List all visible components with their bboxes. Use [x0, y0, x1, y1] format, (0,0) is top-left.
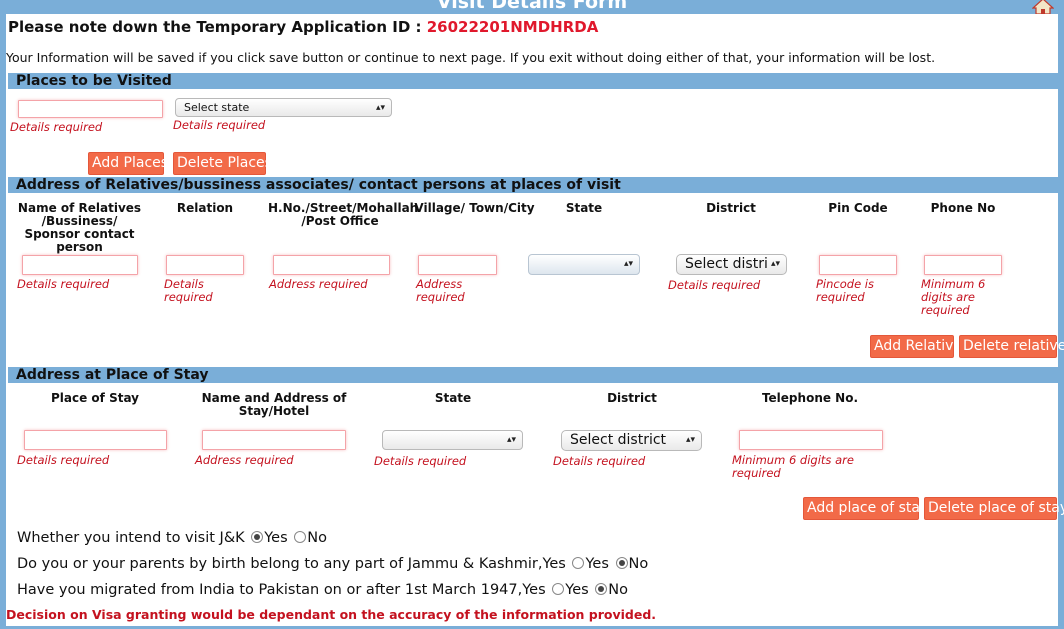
- col-header-phone: Phone No: [930, 201, 996, 215]
- add-relative-button[interactable]: Add Relative: [870, 335, 962, 358]
- application-id: Please note down the Temporary Applicati…: [8, 18, 598, 36]
- add-places-button[interactable]: Add Places: [88, 152, 168, 175]
- relative-hno-error: Address required: [269, 277, 368, 291]
- title-bar: Visit Details Form: [0, 0, 1064, 14]
- select-arrows-icon: ▴▾: [506, 435, 516, 445]
- radio-belong-jk-yes[interactable]: [572, 557, 585, 569]
- stay-place-input[interactable]: [24, 430, 167, 450]
- relative-phone-input[interactable]: [924, 255, 1002, 275]
- delete-place-of-stay-button[interactable]: Delete place of stay: [924, 497, 1064, 520]
- radio-visit-jk-yes[interactable]: [251, 531, 264, 543]
- relative-pin-input[interactable]: [819, 255, 897, 275]
- relative-village-error: Address required: [416, 277, 465, 304]
- place-error: Details required: [10, 120, 103, 134]
- application-id-label: Please note down the Temporary Applicati…: [8, 18, 427, 36]
- decision-notice: Decision on Visa granting would be depen…: [6, 607, 657, 622]
- section-place-of-stay: Address at Place of Stay: [8, 367, 1058, 383]
- radio-visit-jk-no-label: No: [307, 530, 327, 546]
- select-arrows-icon: ▴▾: [685, 435, 695, 445]
- relative-name-error: Details required: [17, 277, 110, 291]
- place-input[interactable]: [18, 100, 163, 118]
- question-migrated-text: Have you migrated from India to Pakistan…: [17, 582, 546, 598]
- stay-phone-error: Minimum 6 digits are required: [732, 453, 854, 480]
- question-visit-jk-text: Whether you intend to visit J&K: [17, 530, 245, 546]
- stay-state-select[interactable]: ▴▾: [382, 430, 523, 450]
- place-state-select[interactable]: Select state ▴▾: [175, 98, 392, 117]
- section-relatives: Address of Relatives/bussiness associate…: [8, 177, 1058, 193]
- stay-phone-input[interactable]: [739, 430, 883, 450]
- select-arrows-icon: ▴▾: [770, 259, 780, 269]
- relative-district-error: Details required: [668, 278, 761, 292]
- application-id-value: 26022201NMDHRDA: [426, 18, 599, 36]
- relative-name-input[interactable]: [22, 255, 138, 275]
- place-state-select-value: Select state: [184, 101, 250, 114]
- frame-right: [1058, 0, 1064, 629]
- question-migrated: Have you migrated from India to Pakistan…: [17, 582, 628, 598]
- select-arrows-icon: ▴▾: [375, 103, 385, 113]
- relative-phone-error: Minimum 6 digits are required: [921, 277, 986, 317]
- col-header-state: State: [565, 201, 603, 215]
- section-places-to-visit: Places to be Visited: [8, 73, 1058, 89]
- home-icon[interactable]: [1032, 0, 1054, 14]
- col-header-relation: Relation: [176, 201, 234, 215]
- relative-relation-error: Details required: [164, 277, 213, 304]
- stay-col-header-state: State: [434, 391, 472, 405]
- relative-village-input[interactable]: [418, 255, 497, 275]
- radio-migrated-no[interactable]: [595, 583, 608, 595]
- col-header-hno: H.No./Street/Mohallah /Post Office: [268, 201, 419, 228]
- form-title: Visit Details Form: [436, 0, 628, 13]
- question-belong-jk-text: Do you or your parents by birth belong t…: [17, 556, 566, 572]
- question-visit-jk: Whether you intend to visit J&K Yes No: [17, 530, 327, 546]
- radio-belong-jk-no[interactable]: [615, 557, 628, 569]
- delete-places-button[interactable]: Delete Places: [173, 152, 272, 175]
- stay-col-header-phone: Telephone No.: [761, 391, 859, 405]
- relative-relation-input[interactable]: [166, 255, 244, 275]
- radio-visit-jk-no[interactable]: [294, 531, 307, 543]
- stay-district-select-value: Select district: [570, 432, 667, 448]
- stay-place-error: Details required: [17, 453, 110, 467]
- stay-district-error: Details required: [553, 454, 646, 468]
- radio-migrated-no-label: No: [608, 582, 629, 598]
- col-header-village: Village/ Town/City: [414, 201, 535, 215]
- stay-col-header-place: Place of Stay: [50, 391, 139, 405]
- stay-state-error: Details required: [374, 454, 467, 468]
- relative-district-select[interactable]: Select distri ▴▾: [676, 254, 787, 275]
- relative-state-select[interactable]: ▴▾: [528, 254, 640, 275]
- col-header-district: District: [706, 201, 756, 215]
- place-state-error: Details required: [173, 118, 266, 132]
- radio-belong-jk-yes-label: Yes: [585, 556, 609, 572]
- stay-name-address-input[interactable]: [202, 430, 346, 450]
- stay-district-select[interactable]: Select district ▴▾: [561, 430, 702, 451]
- question-belong-jk: Do you or your parents by birth belong t…: [17, 556, 648, 572]
- relative-hno-input[interactable]: [273, 255, 390, 275]
- stay-col-header-name-address: Name and Address of Stay/Hotel: [201, 391, 347, 418]
- info-text: Your Information will be saved if you cl…: [6, 50, 936, 65]
- select-arrows-icon: ▴▾: [623, 259, 633, 269]
- delete-relative-button[interactable]: Delete relative: [959, 335, 1064, 358]
- radio-migrated-yes-label: Yes: [565, 582, 589, 598]
- stay-col-header-district: District: [607, 391, 657, 405]
- radio-belong-jk-no-label: No: [628, 556, 649, 572]
- radio-migrated-yes[interactable]: [552, 583, 565, 595]
- frame-left: [0, 0, 6, 629]
- add-place-of-stay-button[interactable]: Add place of stay: [803, 497, 928, 520]
- radio-visit-jk-yes-label: Yes: [264, 530, 288, 546]
- relative-district-select-value: Select distri: [685, 256, 768, 272]
- relative-pin-error: Pincode is required: [816, 277, 874, 304]
- col-header-pin: Pin Code: [828, 201, 888, 215]
- col-header-name: Name of Relatives /Bussiness/ Sponsor co…: [17, 201, 142, 254]
- stay-name-address-error: Address required: [195, 453, 294, 467]
